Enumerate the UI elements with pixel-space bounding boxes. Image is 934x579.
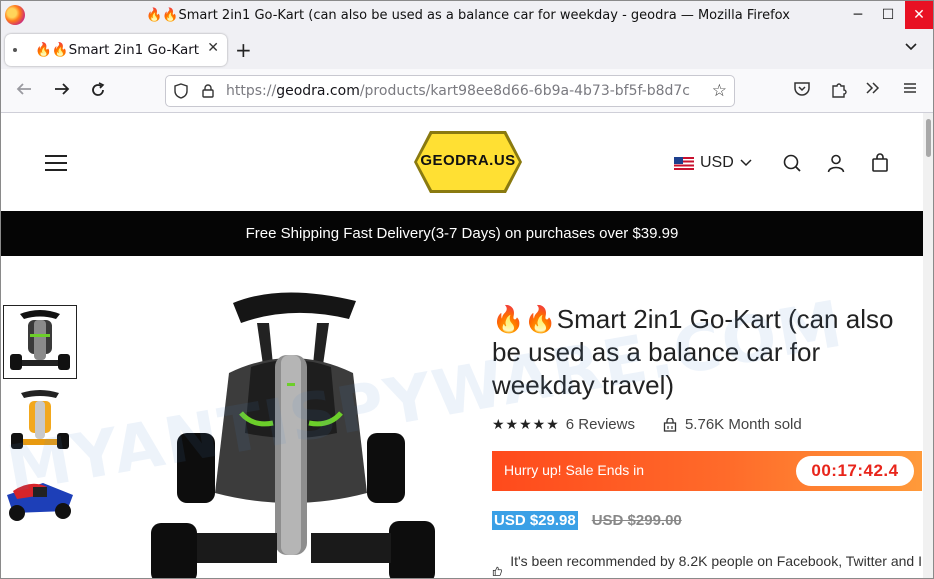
url-path: /products/kart98ee8d66-6b9a-4b73-bf5f-b8… bbox=[359, 83, 691, 99]
gokart-image bbox=[151, 292, 435, 578]
puzzle-piece-icon bbox=[832, 83, 847, 98]
browser-window: 🔥🔥Smart 2in1 Go-Kart (can also be used a… bbox=[0, 0, 934, 579]
chevron-down-icon bbox=[740, 159, 752, 167]
cart-bag-icon[interactable] bbox=[870, 153, 890, 173]
price-row: USD $29.98 USD $299.00 bbox=[492, 511, 922, 530]
countdown-timer: 00:17:42.4 bbox=[796, 456, 914, 486]
search-icon[interactable] bbox=[782, 153, 802, 173]
currency-label: USD bbox=[700, 154, 734, 171]
back-button[interactable] bbox=[15, 81, 33, 102]
tab-strip: 🔥🔥Smart 2in1 Go-Kart (can also be used a… bbox=[1, 31, 933, 69]
product-thumbnails bbox=[3, 305, 79, 545]
extensions-button[interactable] bbox=[830, 81, 848, 103]
web-page: GEODRA.US USD Free Shipping Fast Deliver… bbox=[1, 113, 923, 578]
url-host: geodra.com bbox=[276, 83, 360, 99]
bookmark-star-icon[interactable]: ☆ bbox=[712, 81, 727, 101]
navigation-bar: https://geodra.com/products/kart98ee8d66… bbox=[1, 69, 933, 113]
more-tools-button[interactable] bbox=[865, 81, 881, 99]
minimize-button[interactable]: ─ bbox=[843, 1, 873, 29]
announcement-bar: Free Shipping Fast Delivery(3-7 Days) on… bbox=[1, 211, 923, 256]
sale-text: Hurry up! Sale Ends in bbox=[504, 462, 645, 478]
url-bar[interactable]: https://geodra.com/products/kart98ee8d66… bbox=[165, 75, 735, 107]
original-price: USD $299.00 bbox=[591, 512, 682, 529]
reviews-link[interactable]: 6 Reviews bbox=[566, 416, 635, 433]
chevron-down-icon bbox=[905, 43, 917, 51]
pocket-button[interactable] bbox=[793, 81, 811, 101]
account-icon[interactable] bbox=[826, 153, 846, 173]
product-info: 🔥🔥Smart 2in1 Go-Kart (can also be used a… bbox=[492, 303, 922, 578]
product-main-image[interactable] bbox=[141, 283, 461, 578]
double-chevron-right-icon bbox=[866, 82, 880, 94]
currency-selector[interactable]: USD bbox=[674, 153, 752, 173]
thumbs-up-icon bbox=[492, 566, 503, 576]
reload-icon bbox=[92, 82, 105, 96]
close-window-button[interactable]: ✕ bbox=[905, 1, 933, 29]
forward-arrow-icon bbox=[55, 83, 70, 95]
tracking-protection-shield-icon[interactable] bbox=[174, 83, 188, 99]
window-title: 🔥🔥Smart 2in1 Go-Kart (can also be used a… bbox=[146, 8, 790, 23]
gokart-image bbox=[11, 390, 69, 449]
shopping-basket-icon bbox=[663, 417, 677, 432]
app-menu-button[interactable] bbox=[902, 81, 918, 99]
site-logo[interactable]: GEODRA.US bbox=[412, 127, 524, 197]
maximize-button[interactable]: ☐ bbox=[873, 1, 903, 29]
gokart-image bbox=[7, 483, 73, 521]
social-proof: It's been recommended by 8.2K people on … bbox=[492, 553, 922, 578]
site-menu-icon[interactable] bbox=[45, 155, 67, 171]
back-arrow-icon bbox=[16, 83, 31, 95]
star-rating-icon[interactable]: ★★★★★ bbox=[492, 416, 560, 433]
hamburger-menu-icon bbox=[904, 83, 916, 93]
pocket-icon bbox=[794, 82, 810, 96]
active-tab[interactable]: 🔥🔥Smart 2in1 Go-Kart (can also be used a… bbox=[5, 34, 227, 66]
sale-countdown-banner: Hurry up! Sale Ends in 00:17:42.4 bbox=[492, 451, 922, 491]
logo-text: GEODRA.US bbox=[420, 152, 516, 169]
url-scheme: https:// bbox=[226, 83, 277, 99]
sold-count: 5.76K Month sold bbox=[684, 416, 802, 433]
monthly-sold: 5.76K Month sold bbox=[663, 416, 802, 433]
reload-button[interactable] bbox=[89, 81, 107, 104]
list-all-tabs-button[interactable] bbox=[904, 40, 918, 55]
page-scrollbar[interactable] bbox=[923, 113, 933, 578]
thumbnail-2[interactable] bbox=[3, 385, 77, 459]
us-flag-icon bbox=[674, 156, 694, 170]
tab-audio-dot-icon bbox=[13, 48, 17, 52]
thumbnail-1[interactable] bbox=[3, 305, 77, 379]
lock-icon[interactable] bbox=[202, 84, 214, 98]
scrollbar-thumb[interactable] bbox=[926, 119, 931, 157]
title-bar: 🔥🔥Smart 2in1 Go-Kart (can also be used a… bbox=[1, 1, 933, 31]
thumbnail-3[interactable] bbox=[3, 465, 77, 539]
gokart-image bbox=[10, 310, 70, 370]
forward-button[interactable] bbox=[53, 81, 71, 102]
product-title: 🔥🔥Smart 2in1 Go-Kart (can also be used a… bbox=[492, 304, 894, 400]
url-text[interactable]: https://geodra.com/products/kart98ee8d66… bbox=[226, 83, 700, 99]
tab-label: 🔥🔥Smart 2in1 Go-Kart (can also be used a… bbox=[35, 42, 201, 58]
close-tab-button[interactable]: ✕ bbox=[207, 40, 219, 56]
current-price: USD $29.98 bbox=[492, 511, 578, 530]
rating-row: ★★★★★ 6 Reviews 5.76K Month sold bbox=[492, 416, 922, 433]
recommend-text: It's been recommended by 8.2K people on … bbox=[510, 553, 922, 569]
new-tab-button[interactable]: + bbox=[235, 38, 252, 62]
